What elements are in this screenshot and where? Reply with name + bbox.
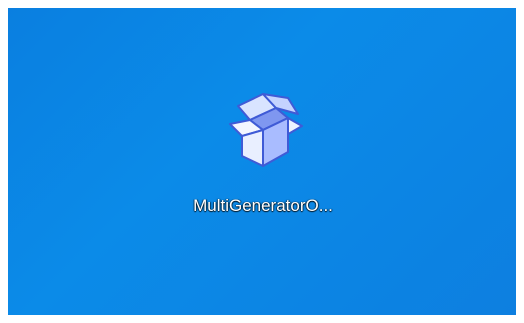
desktop[interactable]: MultiGeneratorO... (8, 8, 516, 315)
screenshot-frame: MultiGeneratorO... (0, 0, 524, 323)
desktop-shortcut-multigenerator[interactable]: MultiGeneratorO... (158, 86, 368, 216)
package-box-icon (229, 93, 303, 167)
desktop-icon-label: MultiGeneratorO... (193, 196, 333, 215)
